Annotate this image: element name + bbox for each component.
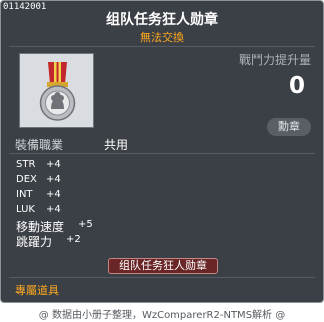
power-increase-value: 0 bbox=[288, 73, 305, 99]
equip-job-label: 裝備職業 bbox=[15, 138, 64, 152]
medal-name-tag: 组队任务狂人勋章 bbox=[108, 258, 218, 274]
stat-name: STR bbox=[16, 159, 36, 170]
divider-bottom bbox=[9, 277, 315, 278]
power-increase-label: 戰鬥力提升量 bbox=[238, 53, 311, 67]
stat-value: +4 bbox=[46, 204, 61, 215]
equip-job-value: 共用 bbox=[104, 138, 129, 152]
stat-value: +2 bbox=[66, 234, 81, 245]
stat-value: +4 bbox=[46, 189, 61, 200]
stat-name: 跳躍力 bbox=[16, 235, 53, 249]
untradable-label: 無法交換 bbox=[140, 31, 184, 44]
medal-icon bbox=[39, 62, 76, 121]
stat-name: DEX bbox=[16, 174, 37, 185]
stat-value: +4 bbox=[46, 174, 61, 185]
divider-middle bbox=[9, 153, 315, 154]
item-icon-frame bbox=[19, 53, 94, 128]
stat-value: +5 bbox=[78, 219, 93, 230]
quest-item-label: 專屬道具 bbox=[15, 284, 59, 297]
medal-category-badge: 勳章 bbox=[267, 118, 311, 136]
item-tooltip: 01142001 组队任务狂人勋章 無法交換 戰鬥力提升量 0 勳章 裝備職業 … bbox=[0, 0, 324, 303]
item-title: 组队任务狂人勋章 bbox=[106, 12, 218, 28]
divider-top bbox=[9, 46, 315, 47]
stat-value: +4 bbox=[46, 159, 61, 170]
footer-credit: @ 数据由小册子整理，WzComparerR2-NTMS解析 @ bbox=[38, 310, 286, 321]
stat-name: INT bbox=[16, 189, 33, 200]
stat-name: LUK bbox=[16, 204, 35, 215]
